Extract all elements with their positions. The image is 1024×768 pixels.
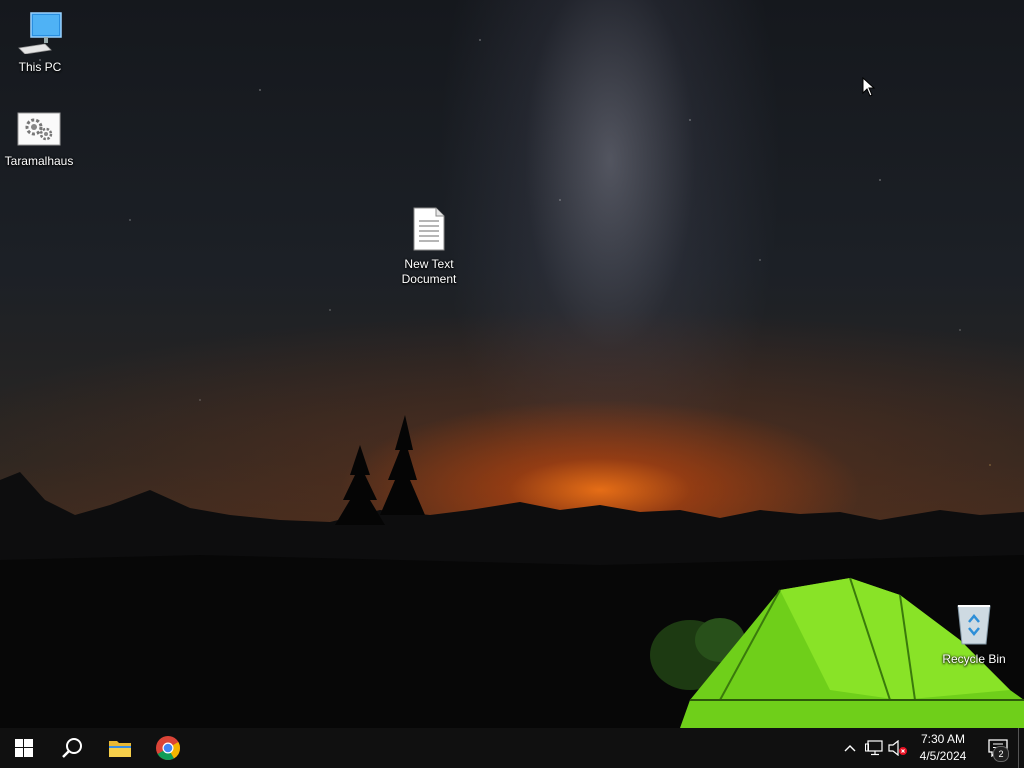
desktop-icon-label: Taramalhaus — [4, 154, 74, 168]
show-hidden-icons-button[interactable] — [838, 728, 862, 768]
taskbar-file-explorer[interactable] — [96, 728, 144, 768]
desktop-icon-taramalhaus[interactable]: Taramalhaus — [1, 112, 77, 169]
search-button[interactable] — [48, 728, 96, 768]
file-explorer-icon — [109, 741, 131, 757]
desktop-icon-label: This PC — [18, 60, 62, 74]
wallpaper-landscape — [0, 415, 1024, 728]
clock-date: 4/5/2024 — [919, 749, 967, 763]
taskbar: 7:30 AM 4/5/2024 2 — [0, 728, 1024, 768]
settings-window-icon — [1, 112, 77, 152]
text-document-icon — [391, 207, 467, 255]
desktop[interactable]: This PC Taramalhaus New Text Document Re… — [0, 0, 1024, 768]
search-icon — [62, 738, 82, 758]
action-center-button[interactable]: 2 — [978, 728, 1018, 768]
network-icon — [865, 740, 883, 756]
volume-muted-icon — [888, 740, 907, 756]
network-button[interactable] — [862, 728, 886, 768]
clock[interactable]: 7:30 AM 4/5/2024 — [914, 731, 972, 765]
recycle-bin-icon — [936, 602, 1012, 650]
chrome-icon — [156, 736, 180, 761]
desktop-icon-label: New Text Document — [401, 257, 457, 286]
desktop-icon-new-text-document[interactable]: New Text Document — [391, 207, 467, 287]
windows-start-icon — [15, 739, 33, 757]
notification-badge: 2 — [993, 746, 1009, 762]
system-tray: 7:30 AM 4/5/2024 2 — [838, 728, 1024, 768]
pine-trees — [335, 415, 425, 525]
desktop-icon-recycle-bin[interactable]: Recycle Bin — [936, 602, 1012, 667]
taskbar-chrome[interactable] — [144, 728, 192, 768]
mouse-cursor-icon — [862, 77, 876, 97]
desktop-icon-this-pc[interactable]: This PC — [2, 10, 78, 75]
clock-time: 7:30 AM — [920, 732, 966, 746]
computer-icon — [2, 10, 78, 58]
start-button[interactable] — [0, 728, 48, 768]
desktop-icon-label: Recycle Bin — [942, 652, 1006, 666]
show-desktop-button[interactable] — [1018, 728, 1024, 768]
chevron-up-icon — [844, 745, 856, 752]
volume-button[interactable] — [886, 728, 910, 768]
